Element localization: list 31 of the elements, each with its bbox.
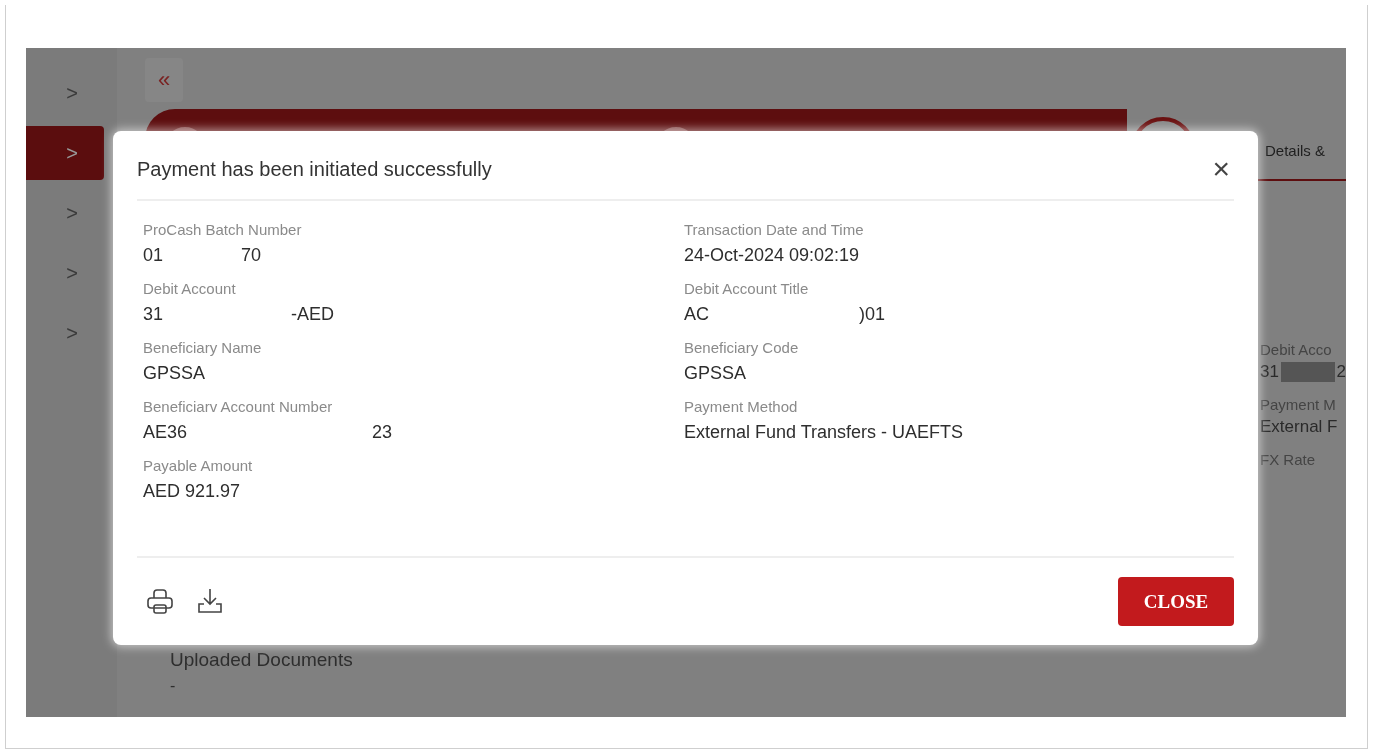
field-label: Payment Method bbox=[684, 398, 799, 415]
field-value: AE36 bbox=[143, 422, 188, 442]
field-value: External Fund Transfers - UAEFTS bbox=[684, 422, 964, 442]
field-label: Debit Acco bbox=[1260, 341, 1333, 358]
field-label: Debit Account bbox=[143, 280, 237, 297]
field-value: - bbox=[170, 677, 177, 695]
field-label: Beneficiary Code bbox=[684, 339, 800, 356]
field-value: 2 bbox=[1336, 362, 1346, 382]
dialog-title: Payment has been initiated successfully bbox=[137, 157, 492, 181]
field-label: Debit Account Title bbox=[684, 280, 810, 297]
field-value: 31 bbox=[1260, 362, 1279, 382]
field-value: External F bbox=[1260, 417, 1338, 437]
field-label: Payment M bbox=[1260, 396, 1337, 413]
field-label: Beneficiarv Account Number bbox=[143, 398, 334, 415]
field-value: 24-Oct-2024 09:02:19 bbox=[684, 245, 860, 265]
field-value: 31 bbox=[143, 304, 164, 324]
field-label: Uploaded Documents bbox=[170, 649, 354, 671]
field-value: 70 bbox=[241, 245, 262, 265]
field-label: ProCash Batch Number bbox=[143, 221, 303, 238]
field-value: AC bbox=[684, 304, 709, 324]
field-value: )01 bbox=[859, 304, 886, 324]
field-label: Beneficiary Name bbox=[143, 339, 263, 356]
field-value: AED 921.97 bbox=[143, 481, 241, 501]
field-label: Payable Amount bbox=[143, 457, 254, 474]
field-value: -AED bbox=[291, 304, 335, 324]
field-value: GPSSA bbox=[143, 363, 206, 383]
field-value: 01 bbox=[143, 245, 164, 265]
field-value: 23 bbox=[372, 422, 393, 442]
field-label: FX Rate bbox=[1260, 451, 1317, 468]
field-value: GPSSA bbox=[684, 363, 747, 383]
field-label: Transaction Date and Time bbox=[684, 221, 865, 238]
